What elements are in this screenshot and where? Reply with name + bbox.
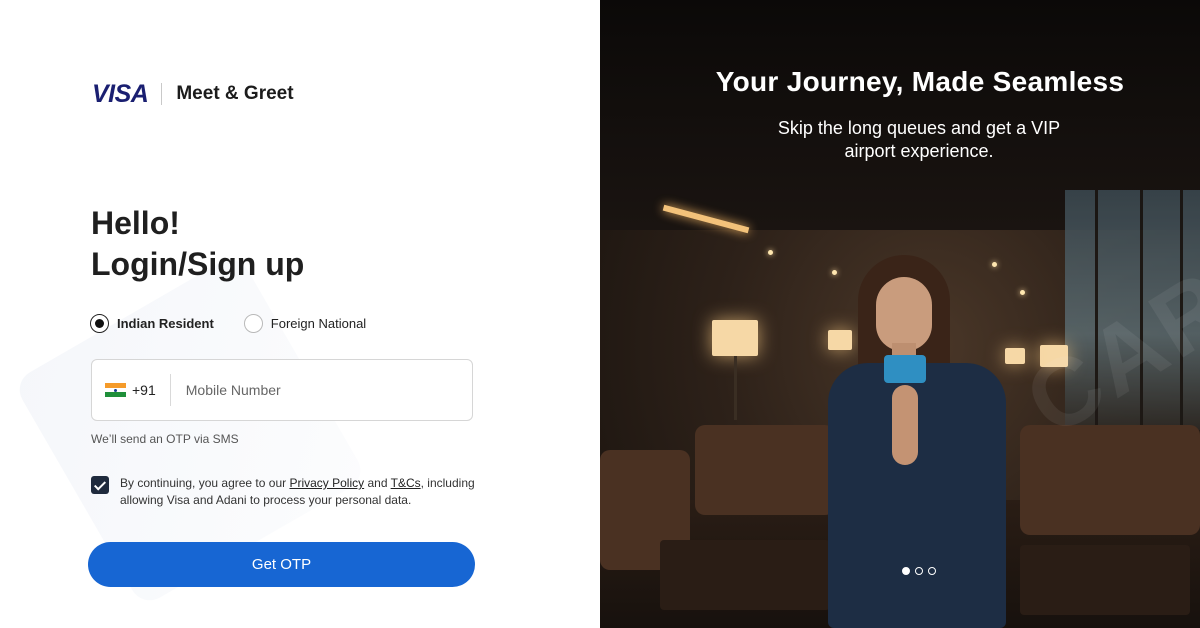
mobile-number-field[interactable]: +91 xyxy=(91,359,473,421)
country-code-divider xyxy=(169,374,171,406)
otp-hint: We’ll send an OTP via SMS xyxy=(91,432,239,446)
hero-subtitle-line-2: airport experience. xyxy=(844,141,994,161)
radio-foreign-national[interactable]: Foreign National xyxy=(243,314,367,333)
radio-indian-resident[interactable]: Indian Resident xyxy=(90,314,214,333)
page-title: Hello! Login/Sign up xyxy=(91,203,304,285)
country-code[interactable]: +91 xyxy=(132,382,156,398)
visa-logo: VISA xyxy=(92,79,149,108)
lounge-table xyxy=(660,540,830,610)
consent-and: and xyxy=(364,476,391,490)
radio-button-unchecked[interactable] xyxy=(243,314,263,333)
spotlight xyxy=(768,250,773,255)
radio-label-foreign-national: Foreign National xyxy=(270,316,367,331)
hero-panel: CARD INSIDER Your Journey, Made Seamless… xyxy=(600,0,1200,628)
radio-label-indian-resident: Indian Resident xyxy=(117,316,214,331)
hero-subtitle-line-1: Skip the long queues and get a VIP xyxy=(777,118,1061,138)
greeting-line-2: Login/Sign up xyxy=(91,246,305,282)
lamp xyxy=(712,320,758,356)
carousel-indicators xyxy=(902,567,941,575)
radio-button-checked[interactable] xyxy=(90,314,109,333)
carousel-dot-2[interactable] xyxy=(915,567,923,575)
brand-name: Meet & Greet xyxy=(176,83,294,104)
hero-subtitle: Skip the long queues and get a VIP airpo… xyxy=(600,117,1200,163)
lamp xyxy=(1040,345,1068,367)
consent-text: By continuing, you agree to our Privacy … xyxy=(120,475,481,509)
consent-row: By continuing, you agree to our Privacy … xyxy=(91,475,481,509)
lounge-sofa xyxy=(695,425,835,515)
carousel-dot-3[interactable] xyxy=(928,567,936,575)
lounge-sofa xyxy=(1020,425,1200,535)
consent-checkbox[interactable] xyxy=(91,476,109,494)
carousel-dot-1[interactable] xyxy=(902,567,910,575)
get-otp-button[interactable]: Get OTP xyxy=(88,542,475,587)
hero-title: Your Journey, Made Seamless xyxy=(715,66,1125,97)
residency-radio-group: Indian Resident Foreign National xyxy=(90,314,366,333)
brand-divider xyxy=(161,83,163,105)
mobile-number-input[interactable] xyxy=(185,382,446,398)
tnc-link[interactable]: T&Cs xyxy=(391,476,421,490)
consent-prefix: By continuing, you agree to our xyxy=(120,476,290,490)
greeting-line-1: Hello! xyxy=(91,205,180,241)
india-flag-icon xyxy=(105,383,126,398)
lounge-table xyxy=(1020,545,1190,615)
brand-header: VISA Meet & Greet xyxy=(92,80,294,108)
lounge-window xyxy=(1065,190,1200,430)
privacy-policy-link[interactable]: Privacy Policy xyxy=(289,476,364,490)
login-panel: VISA Meet & Greet Hello! Login/Sign up I… xyxy=(0,0,600,628)
